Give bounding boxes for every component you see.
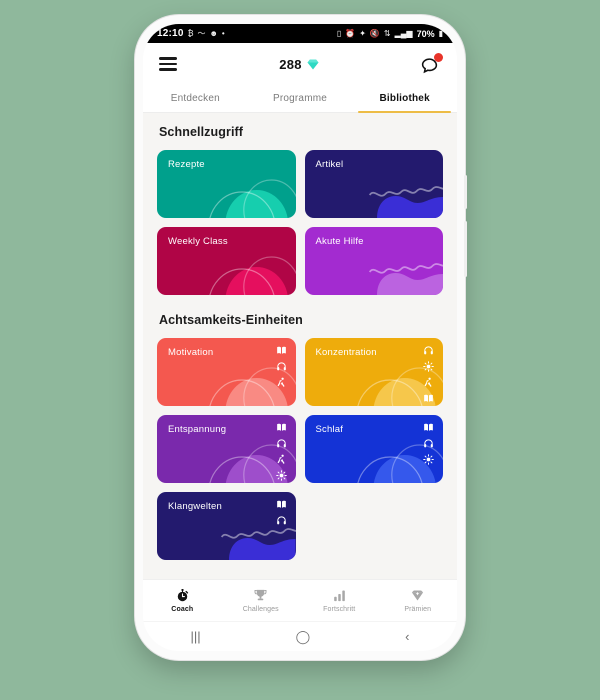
- card-label: Motivation: [168, 347, 214, 358]
- android-home-button[interactable]: ◯: [296, 630, 311, 643]
- vibrate-icon: ▯: [336, 28, 342, 38]
- card-label: Schlaf: [315, 424, 344, 435]
- headphones-icon: [276, 438, 287, 449]
- bottom-nav-coach-label: Coach: [171, 606, 194, 613]
- book-icon: [276, 499, 287, 510]
- tab-bibliothek-label: Bibliothek: [379, 93, 430, 104]
- coin-balance[interactable]: 288: [279, 57, 319, 72]
- notification-badge: [434, 53, 443, 62]
- status-bar-time: 12:10: [157, 28, 184, 39]
- wifi-off-icon: ⇅: [383, 28, 391, 38]
- tab-programme-label: Programme: [272, 93, 328, 104]
- phone-side-button-power: [464, 221, 467, 277]
- tab-bibliothek[interactable]: Bibliothek: [352, 85, 457, 113]
- battery-icon: ▮: [438, 28, 443, 38]
- bottom-nav-challenges[interactable]: Challenges: [222, 580, 301, 621]
- quick-access-card-akute-hilfe[interactable]: Akute Hilfe: [304, 227, 443, 295]
- quick-access-card-weekly-class[interactable]: Weekly Class: [157, 227, 296, 295]
- card-icon-stack: [276, 345, 287, 388]
- dot-icon: •: [221, 28, 225, 38]
- bottom-tab-bar: Coach Challenges Fortschritt Prämien: [143, 579, 457, 621]
- sparkle-icon: [423, 361, 434, 372]
- android-navigation-bar: ||| ◯ ‹: [143, 621, 457, 651]
- card-icon-stack: [423, 422, 434, 465]
- tab-programme[interactable]: Programme: [248, 85, 353, 112]
- gem-icon: [307, 59, 319, 69]
- diamond-icon: [412, 590, 424, 601]
- running-icon: [276, 454, 287, 465]
- android-recents-button[interactable]: |||: [190, 630, 200, 643]
- running-icon: [423, 377, 434, 388]
- bottom-nav-praemien[interactable]: Prämien: [379, 580, 458, 621]
- card-label: Rezepte: [168, 159, 205, 170]
- bluetooth-icon: ✦: [359, 28, 366, 38]
- message-button[interactable]: [421, 53, 443, 74]
- sparkle-icon: [275, 470, 287, 481]
- content-scroll-area[interactable]: Schnellzugriff Rezepte Artikel Weekly Clas…: [143, 113, 457, 579]
- book-icon: [276, 345, 287, 356]
- card-icon-stack: [275, 422, 287, 481]
- mindfulness-card-entspannung[interactable]: Entspannung: [157, 415, 296, 483]
- card-label: Artikel: [315, 159, 344, 170]
- headphones-icon: [276, 515, 287, 526]
- quick-access-card-rezepte[interactable]: Rezepte: [157, 150, 296, 218]
- status-bar-left: 12:10 ₿ 〜 ☻ •: [157, 28, 225, 39]
- book-icon: [423, 393, 434, 404]
- sparkle-icon: [423, 454, 434, 465]
- top-tab-bar: Entdecken Programme Bibliothek: [143, 85, 457, 113]
- card-label: Konzentration: [315, 347, 377, 358]
- bar-chart-icon: [333, 590, 345, 602]
- card-label: Akute Hilfe: [315, 236, 364, 247]
- headphones-icon: [276, 361, 287, 372]
- mute-icon: 🔇: [369, 28, 380, 38]
- app-header: 288: [143, 43, 457, 85]
- card-icon-stack: [276, 499, 287, 526]
- book-icon: [276, 422, 287, 433]
- headphones-icon: [423, 438, 434, 449]
- running-icon: [276, 377, 287, 388]
- status-bar-right: ▯ ⏰ ✦ 🔇 ⇅ ▂▄▆ 70% ▮: [337, 29, 443, 39]
- quick-access-grid: Rezepte Artikel Weekly Class Akute Hilfe: [157, 150, 443, 295]
- headphones-icon: [423, 345, 434, 356]
- hamburger-menu-icon[interactable]: [159, 57, 177, 71]
- android-back-button[interactable]: ‹: [405, 630, 409, 643]
- mindfulness-card-schlaf[interactable]: Schlaf: [304, 415, 443, 483]
- mindfulness-card-konzentration[interactable]: Konzentration: [304, 338, 443, 406]
- status-bar: 12:10 ₿ 〜 ☻ • ▯ ⏰ ✦ 🔇 ⇅ ▂▄▆ 70% ▮: [143, 24, 457, 43]
- battery-level: 70%: [416, 28, 435, 39]
- card-label: Weekly Class: [168, 236, 228, 247]
- stopwatch-icon: [177, 589, 188, 602]
- bottom-nav-challenges-label: Challenges: [242, 606, 279, 613]
- phone-screen: 12:10 ₿ 〜 ☻ • ▯ ⏰ ✦ 🔇 ⇅ ▂▄▆ 70% ▮ 288 En…: [143, 24, 457, 651]
- activity-icon: 〜: [197, 28, 206, 38]
- bottom-nav-coach[interactable]: Coach: [143, 580, 222, 621]
- card-icon-stack: [423, 345, 434, 404]
- mindfulness-card-klangwelten[interactable]: Klangwelten: [157, 492, 296, 560]
- bottom-nav-fortschritt[interactable]: Fortschritt: [300, 580, 379, 621]
- mindfulness-card-motivation[interactable]: Motivation: [157, 338, 296, 406]
- card-label: Entspannung: [168, 424, 227, 435]
- quick-access-card-artikel[interactable]: Artikel: [304, 150, 443, 218]
- book-icon: [423, 422, 434, 433]
- smiley-icon: ☻: [209, 28, 218, 38]
- coin-balance-value: 288: [279, 56, 302, 72]
- alarm-icon: ⏰: [345, 28, 356, 38]
- phone-side-button-volume: [464, 175, 467, 209]
- tab-entdecken-label: Entdecken: [170, 93, 220, 104]
- card-label: Klangwelten: [168, 501, 222, 512]
- trophy-icon: [254, 589, 267, 601]
- mindfulness-grid: Motivation Konzentration Entspannung Schlaf…: [157, 338, 443, 560]
- section-title-schnellzugriff: Schnellzugriff: [159, 125, 244, 139]
- bottom-nav-praemien-label: Prämien: [404, 606, 432, 613]
- bitcoin-icon: ₿: [187, 28, 194, 38]
- screenshot-stage: 12:10 ₿ 〜 ☻ • ▯ ⏰ ✦ 🔇 ⇅ ▂▄▆ 70% ▮ 288 En…: [0, 0, 600, 700]
- signal-icon: ▂▄▆: [394, 28, 413, 38]
- bottom-nav-fortschritt-label: Fortschritt: [323, 606, 356, 613]
- section-title-achtsamkeit: Achtsamkeits-Einheiten: [159, 313, 303, 327]
- tab-entdecken[interactable]: Entdecken: [143, 85, 248, 112]
